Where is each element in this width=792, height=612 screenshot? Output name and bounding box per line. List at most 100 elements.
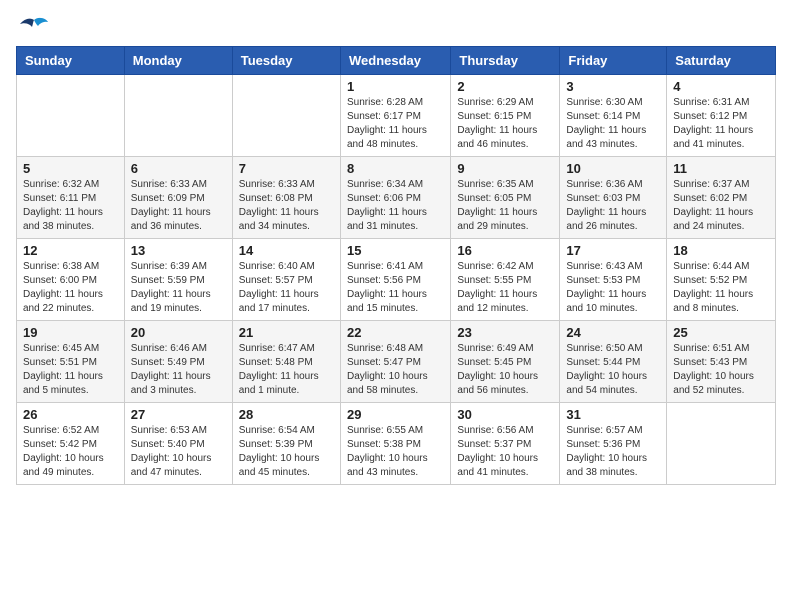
day-info: Sunrise: 6:32 AM Sunset: 6:11 PM Dayligh…: [23, 178, 118, 234]
day-info: Sunrise: 6:33 AM Sunset: 6:08 PM Dayligh…: [239, 178, 334, 234]
weekday-header-thursday: Thursday: [451, 47, 560, 75]
day-number: 9: [457, 161, 553, 176]
day-info: Sunrise: 6:47 AM Sunset: 5:48 PM Dayligh…: [239, 342, 334, 398]
day-number: 2: [457, 79, 553, 94]
weekday-header-tuesday: Tuesday: [232, 47, 340, 75]
day-info: Sunrise: 6:34 AM Sunset: 6:06 PM Dayligh…: [347, 178, 444, 234]
day-number: 7: [239, 161, 334, 176]
calendar-cell: [667, 403, 776, 485]
calendar-cell: 8 Sunrise: 6:34 AM Sunset: 6:06 PM Daylig…: [340, 157, 450, 239]
calendar-cell: 27 Sunrise: 6:53 AM Sunset: 5:40 PM Dayli…: [124, 403, 232, 485]
day-info: Sunrise: 6:33 AM Sunset: 6:09 PM Dayligh…: [131, 178, 226, 234]
day-number: 12: [23, 243, 118, 258]
day-info: Sunrise: 6:55 AM Sunset: 5:38 PM Dayligh…: [347, 424, 444, 480]
calendar-cell: [124, 75, 232, 157]
day-number: 4: [673, 79, 769, 94]
calendar-cell: 2 Sunrise: 6:29 AM Sunset: 6:15 PM Daylig…: [451, 75, 560, 157]
day-number: 16: [457, 243, 553, 258]
header: [16, 16, 776, 38]
day-info: Sunrise: 6:45 AM Sunset: 5:51 PM Dayligh…: [23, 342, 118, 398]
calendar-cell: 25 Sunrise: 6:51 AM Sunset: 5:43 PM Dayli…: [667, 321, 776, 403]
calendar-cell: 24 Sunrise: 6:50 AM Sunset: 5:44 PM Dayli…: [560, 321, 667, 403]
day-info: Sunrise: 6:29 AM Sunset: 6:15 PM Dayligh…: [457, 96, 553, 152]
day-number: 20: [131, 325, 226, 340]
calendar-cell: 7 Sunrise: 6:33 AM Sunset: 6:08 PM Daylig…: [232, 157, 340, 239]
week-row-2: 5 Sunrise: 6:32 AM Sunset: 6:11 PM Daylig…: [17, 157, 776, 239]
calendar-cell: 12 Sunrise: 6:38 AM Sunset: 6:00 PM Dayli…: [17, 239, 125, 321]
day-info: Sunrise: 6:43 AM Sunset: 5:53 PM Dayligh…: [566, 260, 660, 316]
day-number: 31: [566, 407, 660, 422]
day-info: Sunrise: 6:57 AM Sunset: 5:36 PM Dayligh…: [566, 424, 660, 480]
day-number: 11: [673, 161, 769, 176]
day-number: 5: [23, 161, 118, 176]
calendar-cell: 5 Sunrise: 6:32 AM Sunset: 6:11 PM Daylig…: [17, 157, 125, 239]
day-number: 3: [566, 79, 660, 94]
day-info: Sunrise: 6:31 AM Sunset: 6:12 PM Dayligh…: [673, 96, 769, 152]
day-number: 10: [566, 161, 660, 176]
day-number: 18: [673, 243, 769, 258]
day-info: Sunrise: 6:39 AM Sunset: 5:59 PM Dayligh…: [131, 260, 226, 316]
day-info: Sunrise: 6:42 AM Sunset: 5:55 PM Dayligh…: [457, 260, 553, 316]
calendar-cell: 17 Sunrise: 6:43 AM Sunset: 5:53 PM Dayli…: [560, 239, 667, 321]
calendar-cell: 28 Sunrise: 6:54 AM Sunset: 5:39 PM Dayli…: [232, 403, 340, 485]
week-row-5: 26 Sunrise: 6:52 AM Sunset: 5:42 PM Dayli…: [17, 403, 776, 485]
calendar-cell: 10 Sunrise: 6:36 AM Sunset: 6:03 PM Dayli…: [560, 157, 667, 239]
day-number: 26: [23, 407, 118, 422]
weekday-header-saturday: Saturday: [667, 47, 776, 75]
day-info: Sunrise: 6:56 AM Sunset: 5:37 PM Dayligh…: [457, 424, 553, 480]
calendar-cell: 20Sunrise: 6:46 AM Sunset: 5:49 PM Dayli…: [124, 321, 232, 403]
day-number: 13: [131, 243, 226, 258]
day-number: 8: [347, 161, 444, 176]
calendar-cell: 31 Sunrise: 6:57 AM Sunset: 5:36 PM Dayli…: [560, 403, 667, 485]
calendar-cell: 14Sunrise: 6:40 AM Sunset: 5:57 PM Dayli…: [232, 239, 340, 321]
day-number: 6: [131, 161, 226, 176]
day-info: Sunrise: 6:54 AM Sunset: 5:39 PM Dayligh…: [239, 424, 334, 480]
day-info: Sunrise: 6:48 AM Sunset: 5:47 PM Dayligh…: [347, 342, 444, 398]
calendar: SundayMondayTuesdayWednesdayThursdayFrid…: [16, 46, 776, 485]
calendar-cell: 9 Sunrise: 6:35 AM Sunset: 6:05 PM Daylig…: [451, 157, 560, 239]
calendar-cell: 13 Sunrise: 6:39 AM Sunset: 5:59 PM Dayli…: [124, 239, 232, 321]
weekday-header-monday: Monday: [124, 47, 232, 75]
day-info: Sunrise: 6:38 AM Sunset: 6:00 PM Dayligh…: [23, 260, 118, 316]
calendar-cell: 21 Sunrise: 6:47 AM Sunset: 5:48 PM Dayli…: [232, 321, 340, 403]
day-info: Sunrise: 6:44 AM Sunset: 5:52 PM Dayligh…: [673, 260, 769, 316]
calendar-cell: [17, 75, 125, 157]
week-row-4: 19 Sunrise: 6:45 AM Sunset: 5:51 PM Dayli…: [17, 321, 776, 403]
day-number: 17: [566, 243, 660, 258]
weekday-header-sunday: Sunday: [17, 47, 125, 75]
day-number: 23: [457, 325, 553, 340]
day-number: 29: [347, 407, 444, 422]
calendar-cell: 6 Sunrise: 6:33 AM Sunset: 6:09 PM Daylig…: [124, 157, 232, 239]
day-number: 27: [131, 407, 226, 422]
day-number: 1: [347, 79, 444, 94]
day-number: 24: [566, 325, 660, 340]
calendar-cell: 4 Sunrise: 6:31 AM Sunset: 6:12 PM Daylig…: [667, 75, 776, 157]
day-number: 25: [673, 325, 769, 340]
day-info: Sunrise: 6:28 AM Sunset: 6:17 PM Dayligh…: [347, 96, 444, 152]
day-info: Sunrise: 6:52 AM Sunset: 5:42 PM Dayligh…: [23, 424, 118, 480]
logo-bird-icon: [20, 16, 48, 38]
weekday-header-friday: Friday: [560, 47, 667, 75]
day-number: 21: [239, 325, 334, 340]
calendar-cell: 18 Sunrise: 6:44 AM Sunset: 5:52 PM Dayli…: [667, 239, 776, 321]
day-info: Sunrise: 6:50 AM Sunset: 5:44 PM Dayligh…: [566, 342, 660, 398]
calendar-cell: 11Sunrise: 6:37 AM Sunset: 6:02 PM Dayli…: [667, 157, 776, 239]
day-info: Sunrise: 6:49 AM Sunset: 5:45 PM Dayligh…: [457, 342, 553, 398]
day-number: 19: [23, 325, 118, 340]
calendar-cell: [232, 75, 340, 157]
day-info: Sunrise: 6:51 AM Sunset: 5:43 PM Dayligh…: [673, 342, 769, 398]
day-info: Sunrise: 6:36 AM Sunset: 6:03 PM Dayligh…: [566, 178, 660, 234]
day-info: Sunrise: 6:35 AM Sunset: 6:05 PM Dayligh…: [457, 178, 553, 234]
day-number: 30: [457, 407, 553, 422]
day-number: 28: [239, 407, 334, 422]
calendar-cell: 29 Sunrise: 6:55 AM Sunset: 5:38 PM Dayli…: [340, 403, 450, 485]
calendar-cell: 30 Sunrise: 6:56 AM Sunset: 5:37 PM Dayli…: [451, 403, 560, 485]
day-info: Sunrise: 6:53 AM Sunset: 5:40 PM Dayligh…: [131, 424, 226, 480]
weekday-header-wednesday: Wednesday: [340, 47, 450, 75]
day-number: 22: [347, 325, 444, 340]
week-row-3: 12 Sunrise: 6:38 AM Sunset: 6:00 PM Dayli…: [17, 239, 776, 321]
calendar-cell: 15Sunrise: 6:41 AM Sunset: 5:56 PM Dayli…: [340, 239, 450, 321]
week-row-1: 1 Sunrise: 6:28 AM Sunset: 6:17 PM Daylig…: [17, 75, 776, 157]
calendar-header-row: SundayMondayTuesdayWednesdayThursdayFrid…: [17, 47, 776, 75]
calendar-cell: 22 Sunrise: 6:48 AM Sunset: 5:47 PM Dayli…: [340, 321, 450, 403]
